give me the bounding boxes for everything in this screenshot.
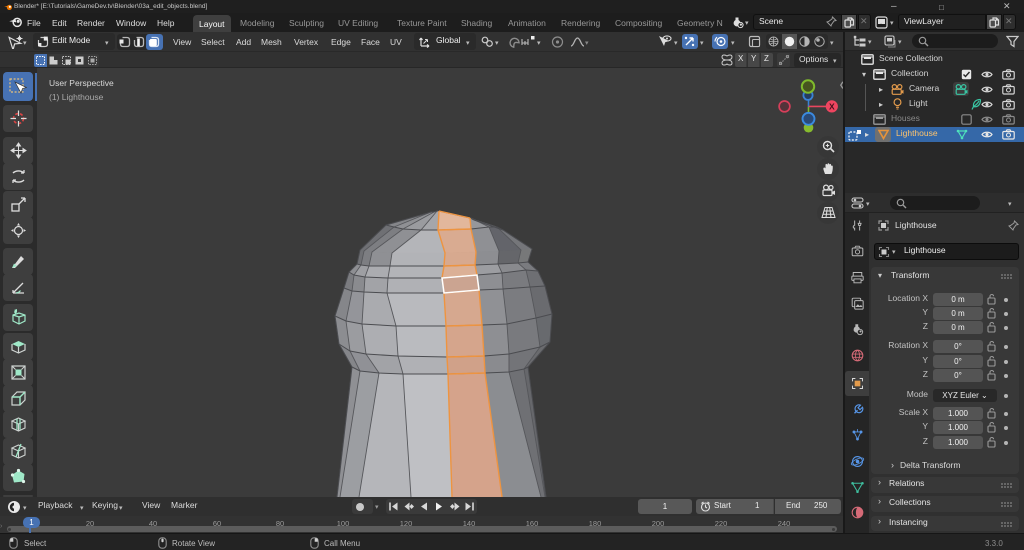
svg-text:X: X [829, 102, 835, 112]
